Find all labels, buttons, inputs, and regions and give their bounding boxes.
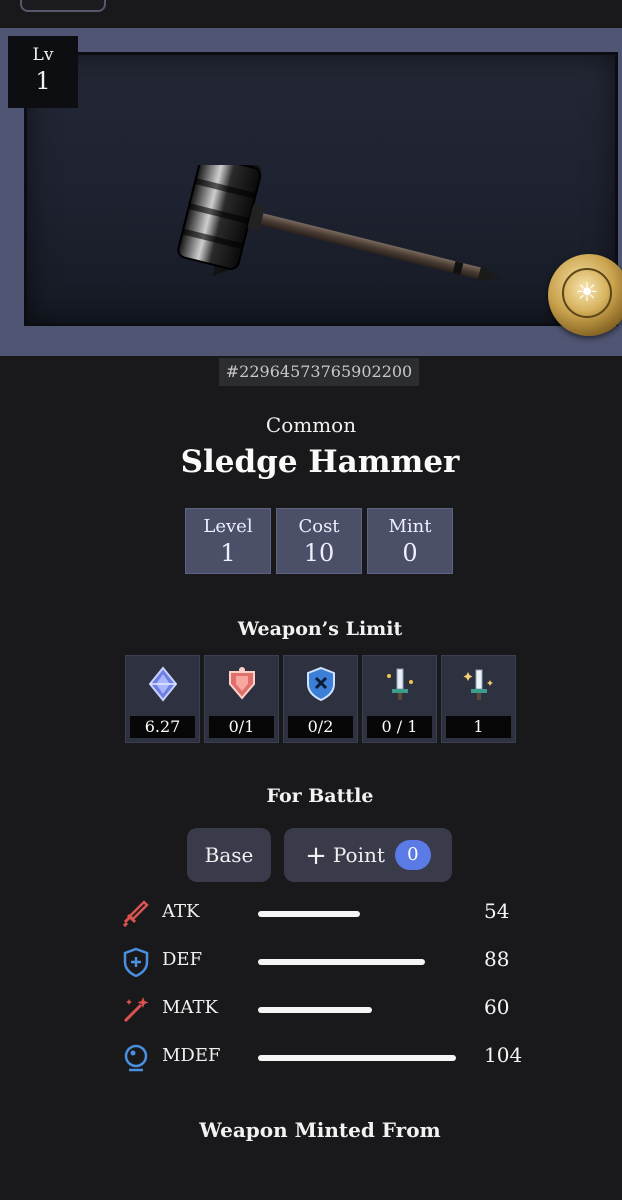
sledge-hammer-image (177, 165, 501, 282)
level-badge-label: Lv (32, 45, 54, 65)
limit-value: 0 / 1 (367, 716, 432, 738)
stat-box-mint: Mint 0 (367, 508, 453, 574)
base-button[interactable]: Base (187, 828, 271, 882)
point-count-badge: 0 (394, 840, 431, 870)
stat-name: DEF (162, 949, 203, 970)
stat-box-label: Mint (388, 516, 432, 537)
armor-icon (229, 667, 255, 700)
stat-value: 104 (484, 1043, 523, 1067)
sword-upgrade-icon (387, 668, 413, 700)
stat-box-value: 1 (220, 539, 236, 567)
stat-bar (258, 959, 425, 965)
stat-row-matk: MATK 60 (0, 989, 622, 1029)
stat-bar (258, 1007, 372, 1013)
limit-value: 6.27 (130, 716, 195, 738)
stat-box-level: Level 1 (185, 508, 271, 574)
sword-sparkle-icon (463, 669, 493, 700)
stat-box-value: 0 (402, 539, 418, 567)
item-rarity: Common (265, 413, 357, 437)
token-id: #22964573765902200 (219, 358, 419, 386)
limit-value: 1 (446, 716, 511, 738)
stat-name: MATK (162, 997, 218, 1018)
plus-icon: + (305, 841, 327, 871)
stat-row-atk: ATK 54 (0, 893, 622, 933)
limit-card-armor: 0/1 (204, 655, 279, 743)
stat-box-label: Level (203, 516, 253, 537)
light-toggle-button[interactable]: ☀ (548, 254, 622, 336)
stat-value: 54 (484, 899, 510, 923)
stat-name: MDEF (162, 1045, 221, 1066)
limit-value: 0/2 (288, 716, 353, 738)
stat-bar (258, 911, 360, 917)
shield-plus-icon (123, 947, 149, 977)
shield-icon (307, 666, 335, 702)
stat-value: 60 (484, 995, 510, 1019)
limit-card-sword-sparkle: 1 (441, 655, 516, 743)
limit-card-crystal: 6.27 (125, 655, 200, 743)
orb-icon (124, 1044, 148, 1072)
sword-icon (122, 900, 149, 928)
weapon-limit-heading: Weapon’s Limit (237, 618, 403, 640)
stat-box-label: Cost (298, 516, 340, 537)
stat-bar (258, 1055, 456, 1061)
limit-card-shield: 0/2 (283, 655, 358, 743)
stat-value: 88 (484, 947, 510, 971)
limit-value: 0/1 (209, 716, 274, 738)
crystal-icon (148, 666, 178, 702)
for-battle-heading: For Battle (266, 785, 374, 807)
point-button[interactable]: + Point 0 (284, 828, 452, 882)
weapon-preview (24, 52, 618, 326)
stat-row-mdef: MDEF 104 (0, 1037, 622, 1077)
stat-box-value: 10 (303, 539, 335, 567)
top-tab-button[interactable] (20, 0, 106, 12)
item-title: Sledge Hammer (180, 444, 460, 480)
level-badge: Lv 1 (8, 36, 78, 108)
stat-name: ATK (162, 901, 200, 922)
weapon-display-frame: Lv 1 (0, 28, 622, 356)
point-label: Point (332, 843, 385, 867)
magic-wand-icon (123, 997, 149, 1023)
limit-card-sword-upgrade: 0 / 1 (362, 655, 437, 743)
minted-from-heading: Weapon Minted From (199, 1118, 441, 1142)
stat-row-def: DEF 88 (0, 941, 622, 981)
sun-icon: ☀ (562, 268, 612, 318)
level-badge-value: 1 (35, 67, 51, 95)
stat-box-cost: Cost 10 (276, 508, 362, 574)
